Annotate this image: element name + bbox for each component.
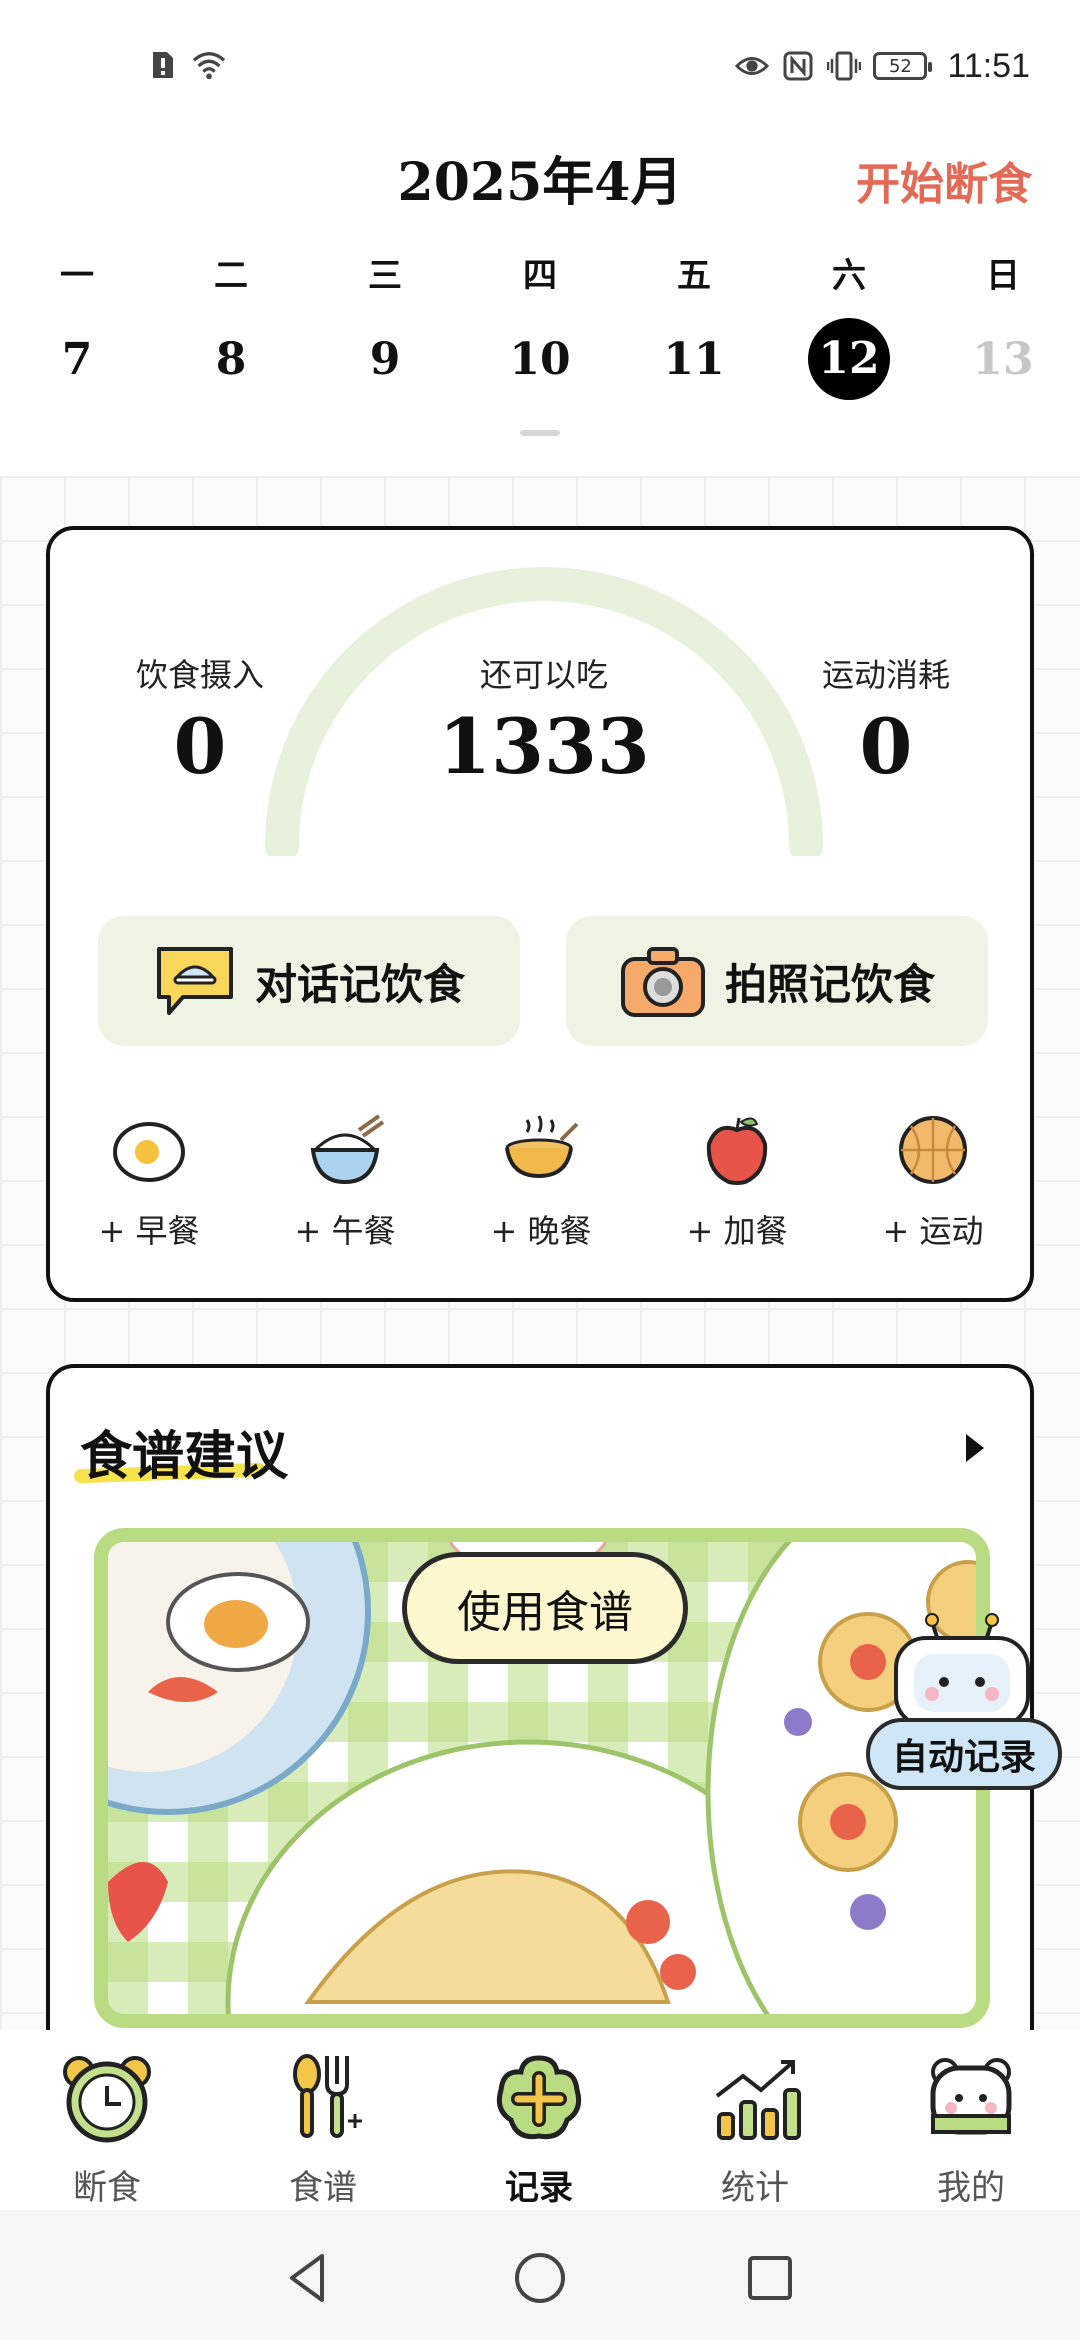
nav-profile[interactable]: 我的 xyxy=(896,2050,1046,2209)
wifi-icon xyxy=(192,48,226,82)
basketball-icon xyxy=(899,1116,967,1184)
intake-value: 0 xyxy=(173,702,227,791)
exercise-button[interactable]: + 运动 xyxy=(858,1110,1008,1252)
chat-record-button[interactable]: 对话记饮食 xyxy=(98,916,520,1046)
calendar-day-future[interactable]: 13 xyxy=(958,330,1048,390)
weekday-row: 一 二 三 四 五 六 日 xyxy=(0,248,1080,308)
calendar-day-selected[interactable]: 12 xyxy=(808,318,890,400)
nav-fasting-label: 断食 xyxy=(73,2168,141,2208)
apple-icon xyxy=(706,1117,768,1185)
bottom-navigation: 断食 食谱 记录 统计 我的 xyxy=(0,2030,1080,2210)
lunch-button[interactable]: + 午餐 xyxy=(270,1110,420,1252)
burn-label: 运动消耗 xyxy=(821,656,950,694)
nav-profile-label: 我的 xyxy=(937,2168,1005,2208)
intake-stat: 饮食摄入 0 xyxy=(90,650,310,791)
weekday-label: 二 xyxy=(214,256,248,296)
calendar-day[interactable]: 9 xyxy=(340,330,430,390)
use-recipe-button[interactable]: 使用食谱 xyxy=(402,1552,688,1664)
nav-record-label: 记录 xyxy=(505,2168,573,2208)
nav-recipes[interactable]: 食谱 xyxy=(248,2050,398,2209)
burn-stat: 运动消耗 0 xyxy=(776,650,996,791)
battery-level: 52 xyxy=(888,55,912,77)
clock: 11:51 xyxy=(947,46,1030,85)
calendar-day[interactable]: 8 xyxy=(186,330,276,390)
play-arrow-icon[interactable] xyxy=(960,1428,990,1468)
breakfast-label: + 早餐 xyxy=(98,1212,200,1250)
egg-icon xyxy=(113,1122,185,1182)
calendar-day[interactable]: 11 xyxy=(649,330,739,390)
bear-profile-icon xyxy=(930,2058,1012,2135)
system-navigation xyxy=(0,2210,1080,2340)
burn-value: 0 xyxy=(859,702,913,791)
nav-fasting[interactable]: 断食 xyxy=(32,2050,182,2209)
dinner-button[interactable]: + 晚餐 xyxy=(466,1110,616,1252)
weekday-label: 一 xyxy=(60,256,94,296)
weekday-label: 日 xyxy=(986,256,1020,296)
battery-icon: 52 xyxy=(873,52,933,80)
home-icon[interactable] xyxy=(510,2248,570,2308)
status-right: 52 11:51 xyxy=(735,40,1030,92)
snack-button[interactable]: + 加餐 xyxy=(662,1110,812,1252)
nfc-icon xyxy=(781,49,815,83)
auto-record-label: 自动记录 xyxy=(866,1718,1062,1790)
exercise-label: + 运动 xyxy=(882,1212,984,1250)
remaining-value: 1333 xyxy=(438,702,650,791)
robot-bear-icon xyxy=(894,1613,1030,1728)
auto-record-widget[interactable]: 自动记录 xyxy=(852,1612,1074,1822)
status-bar: 52 11:51 xyxy=(0,40,1080,92)
calendar-day[interactable]: 10 xyxy=(495,330,585,390)
remaining-stat: 还可以吃 1333 xyxy=(374,650,714,791)
start-fast-button[interactable]: 开始断食 xyxy=(856,148,1032,212)
stats-chart-icon xyxy=(715,2060,801,2140)
vibrate-icon xyxy=(827,49,862,83)
status-left xyxy=(146,48,226,82)
photo-record-button[interactable]: 拍照记饮食 xyxy=(566,916,988,1046)
weekday-label: 三 xyxy=(368,256,402,296)
breakfast-button[interactable]: + 早餐 xyxy=(74,1110,224,1252)
remaining-label: 还可以吃 xyxy=(479,656,608,694)
back-icon[interactable] xyxy=(280,2248,340,2308)
recents-icon[interactable] xyxy=(740,2248,800,2308)
photo-record-label: 拍照记饮食 xyxy=(724,959,935,1009)
sim-alert-icon xyxy=(146,48,180,82)
lunch-label: + 午餐 xyxy=(294,1212,396,1250)
add-record-icon xyxy=(496,2055,582,2140)
nav-record[interactable]: 记录 xyxy=(464,2050,614,2209)
nav-recipes-label: 食谱 xyxy=(289,2168,357,2208)
dinner-label: + 晚餐 xyxy=(490,1212,592,1250)
day-row: 7 8 9 10 11 12 13 xyxy=(0,318,1080,400)
rice-bowl-icon xyxy=(310,1114,385,1185)
weekday-label: 六 xyxy=(832,256,866,296)
utensils-icon xyxy=(293,2054,362,2138)
intake-label: 饮食摄入 xyxy=(135,656,264,694)
soup-bowl-icon xyxy=(505,1115,579,1179)
nav-stats[interactable]: 统计 xyxy=(680,2050,830,2209)
weekday-label: 五 xyxy=(677,256,711,296)
alarm-clock-icon xyxy=(63,2056,151,2143)
nav-stats-label: 统计 xyxy=(721,2168,789,2208)
chat-bubble-icon xyxy=(156,947,233,1015)
weekday-label: 四 xyxy=(523,256,557,296)
eye-icon xyxy=(735,49,770,83)
meal-shortcuts: + 早餐 + 午餐 + 晚餐 + 加餐 + 运动 xyxy=(50,1110,1030,1260)
calorie-summary-card: 饮食摄入 0 还可以吃 1333 运动消耗 0 对话记饮食 拍照记饮食 + 早餐… xyxy=(46,526,1034,1302)
calendar-day[interactable]: 7 xyxy=(32,330,122,390)
month-title[interactable]: 2025年4月 xyxy=(340,140,740,215)
snack-label: + 加餐 xyxy=(686,1212,788,1250)
drag-handle[interactable] xyxy=(520,430,560,436)
chat-record-label: 对话记饮食 xyxy=(254,959,465,1009)
camera-icon xyxy=(620,947,705,1017)
recipe-title: 食谱建议 xyxy=(80,1426,289,1487)
